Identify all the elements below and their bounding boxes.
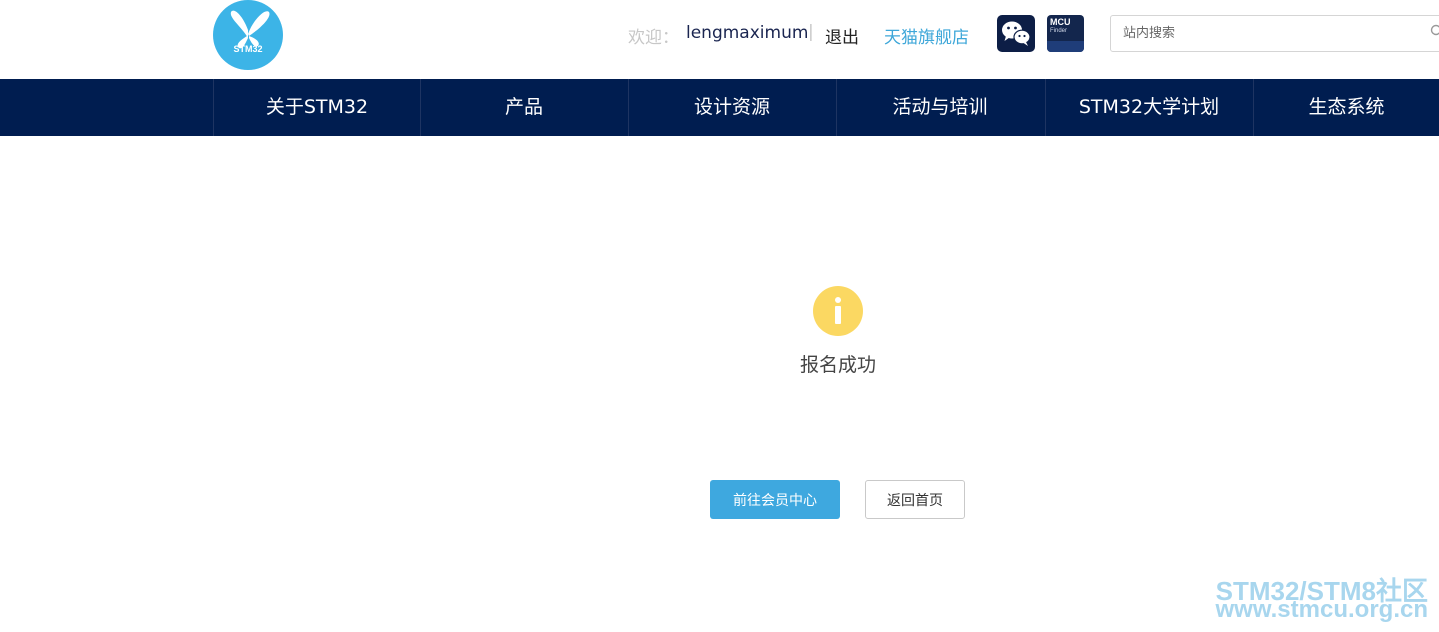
main-nav: 关于STM32 产品 设计资源 活动与培训 STM32大学计划 生态系统	[0, 79, 1439, 136]
status-message: 报名成功	[799, 354, 876, 376]
nav-item-events-training[interactable]: 活动与培训	[836, 79, 1043, 136]
nav-item-university-program[interactable]: STM32大学计划	[1045, 79, 1252, 136]
st-logo-bar	[1047, 41, 1084, 52]
separator: |	[808, 22, 814, 42]
nav-item-about-stm32[interactable]: 关于STM32	[213, 79, 420, 136]
info-icon	[813, 286, 863, 336]
username-link[interactable]: lengmaximum	[686, 23, 808, 43]
member-center-button[interactable]: 前往会员中心	[710, 480, 840, 519]
welcome-label: 欢迎：	[628, 28, 679, 48]
logo-text: STM32	[233, 44, 263, 54]
search-input[interactable]	[1110, 15, 1439, 52]
nav-item-products[interactable]: 产品	[420, 79, 627, 136]
search-icon[interactable]	[1430, 24, 1439, 38]
page: STM32 欢迎： lengmaximum | 退出 天猫旗舰店 MCU Fin…	[0, 0, 1439, 632]
stm32-logo[interactable]: STM32	[213, 0, 283, 70]
wechat-icon[interactable]	[997, 15, 1035, 52]
mcu-finder-subtitle: Finder	[1050, 28, 1068, 34]
nav-item-design-resources[interactable]: 设计资源	[628, 79, 835, 136]
mcu-finder-title: MCU	[1050, 17, 1071, 27]
mcu-finder-icon[interactable]: MCU Finder	[1047, 15, 1084, 52]
wechat-glyph	[1002, 21, 1031, 46]
butterfly-icon	[230, 10, 270, 49]
nav-item-ecosystem[interactable]: 生态系统	[1253, 79, 1439, 136]
info-icon-dot	[835, 297, 841, 303]
tmall-store-link[interactable]: 天猫旗舰店	[884, 23, 969, 48]
watermark-url: www.stmcu.org.cn	[1215, 596, 1428, 623]
header: STM32 欢迎： lengmaximum | 退出 天猫旗舰店 MCU Fin…	[0, 0, 1439, 79]
info-icon-stem	[835, 306, 841, 324]
logout-link[interactable]: 退出	[825, 23, 859, 48]
back-home-button[interactable]: 返回首页	[865, 480, 965, 519]
